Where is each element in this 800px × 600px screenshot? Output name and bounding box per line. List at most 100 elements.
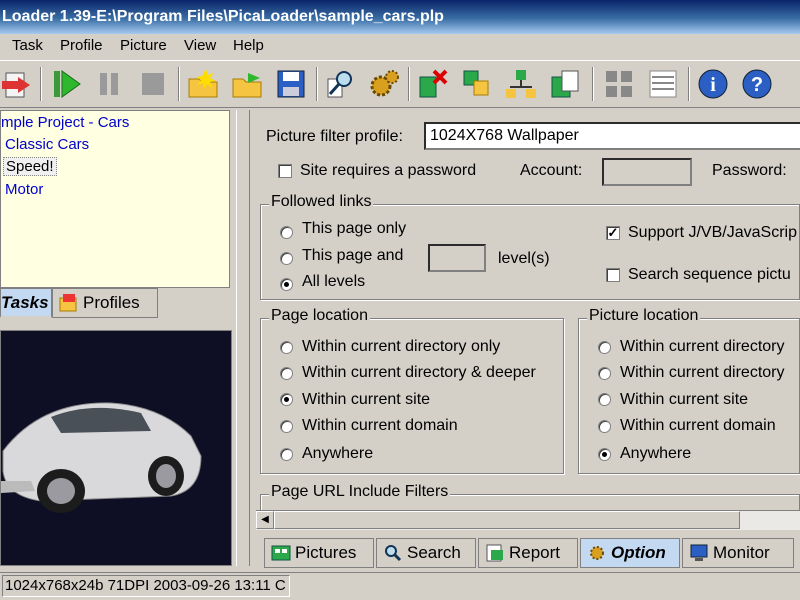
start-icon[interactable]: [50, 67, 84, 101]
picture-location-title: Picture location: [587, 307, 701, 325]
url-include-title: Page URL Include Filters: [269, 483, 451, 501]
search-sequence-checkbox[interactable]: [606, 268, 620, 282]
tab-report[interactable]: Report: [478, 538, 578, 568]
horizontal-scrollbar[interactable]: ◀: [256, 510, 800, 530]
toolbar: i ?: [0, 60, 800, 108]
radio-this-page-only-label: This page only: [302, 220, 407, 237]
tab-search-label: Search: [407, 543, 461, 562]
network-icon[interactable]: [504, 67, 538, 101]
open-folder-icon[interactable]: [230, 67, 264, 101]
pictures-icon: [271, 545, 291, 561]
save-icon[interactable]: [274, 67, 308, 101]
radio-pic-current-site[interactable]: [598, 393, 611, 406]
radio-page-current-site[interactable]: [280, 393, 293, 406]
tab-option-label: Option: [611, 543, 666, 562]
scroll-left-icon[interactable]: ◀: [256, 511, 274, 529]
radio-pic-current-dir-label: Within current directory: [620, 338, 785, 355]
profiles-icon: [59, 294, 77, 312]
menu-view[interactable]: View: [184, 37, 216, 54]
levels-input[interactable]: [428, 244, 486, 272]
radio-page-current-domain[interactable]: [280, 420, 293, 433]
svg-text:i: i: [710, 74, 716, 96]
tab-pictures-label: Pictures: [295, 543, 357, 562]
menu-picture[interactable]: Picture: [120, 37, 167, 54]
radio-this-page-and[interactable]: [280, 252, 293, 265]
radio-pic-anywhere-label: Anywhere: [620, 445, 692, 462]
site-password-checkbox[interactable]: [278, 164, 292, 178]
copy-icon[interactable]: [460, 67, 494, 101]
radio-page-anywhere[interactable]: [280, 448, 293, 461]
project-tree: mple Project - Cars Classic Cars Speed! …: [0, 110, 230, 288]
car-image: [1, 331, 231, 565]
radio-pic-current-dir[interactable]: [598, 341, 611, 354]
tree-item-speed[interactable]: Speed!: [3, 157, 57, 176]
status-bar: 1024x768x24b 71DPI 2003-09-26 13:11 C: [0, 572, 800, 600]
radio-page-current-dir-only[interactable]: [280, 341, 293, 354]
support-js-label: Support J/VB/JavaScrip: [628, 224, 797, 241]
settings-gear-icon[interactable]: [368, 67, 402, 101]
radio-pic-current-domain-label: Within current domain: [620, 417, 776, 434]
report-icon: [486, 544, 503, 562]
radio-this-page-only[interactable]: [280, 226, 293, 239]
status-image-info: 1024x768x24b 71DPI 2003-09-26 13:11 C: [2, 575, 290, 597]
tab-tasks-label: Tasks: [1, 293, 49, 312]
details-view-icon[interactable]: [646, 67, 680, 101]
site-password-label: Site requires a password: [300, 162, 477, 179]
scroll-thumb[interactable]: [274, 511, 740, 529]
tab-pictures[interactable]: Pictures: [264, 538, 374, 568]
tab-monitor-label: Monitor: [713, 543, 770, 562]
exit-icon[interactable]: [0, 67, 34, 101]
radio-all-levels[interactable]: [280, 278, 293, 291]
help-icon[interactable]: ?: [740, 67, 774, 101]
radio-page-current-dir-deeper[interactable]: [280, 367, 293, 380]
picture-preview: [0, 330, 232, 566]
radio-page-current-dir-deeper-label: Within current directory & deeper: [302, 364, 536, 381]
delete-icon[interactable]: [416, 67, 450, 101]
levels-label: level(s): [498, 250, 550, 267]
search-sequence-label: Search sequence pictu: [628, 266, 791, 283]
account-label: Account:: [520, 162, 583, 179]
radio-all-levels-label: All levels: [302, 273, 366, 290]
tab-search[interactable]: Search: [376, 538, 476, 568]
tree-item-classic-cars[interactable]: Classic Cars: [5, 136, 89, 153]
radio-this-page-and-label: This page and: [302, 247, 404, 264]
tab-profiles[interactable]: Profiles: [52, 288, 158, 318]
tab-profiles-label: Profiles: [83, 293, 140, 312]
options-panel: Picture filter profile: 1024X768 Wallpap…: [252, 108, 800, 536]
radio-pic-anywhere[interactable]: [598, 448, 611, 461]
option-gear-icon: [590, 546, 604, 560]
tree-item-motor[interactable]: Motor: [5, 181, 43, 198]
radio-page-current-domain-label: Within current domain: [302, 417, 458, 434]
tab-tasks[interactable]: Tasks: [0, 288, 52, 318]
radio-pic-current-dir-2[interactable]: [598, 367, 611, 380]
window-title: Loader 1.39-E:\Program Files\PicaLoader\…: [0, 0, 800, 34]
tab-monitor[interactable]: Monitor: [682, 538, 794, 568]
panel-splitter[interactable]: [236, 110, 250, 566]
search-icon: [385, 545, 402, 562]
menu-task[interactable]: Task: [12, 37, 43, 54]
radio-pic-current-domain[interactable]: [598, 420, 611, 433]
radio-pic-current-dir-2-label: Within current directory: [620, 364, 785, 381]
filter-profile-label: Picture filter profile:: [266, 128, 403, 145]
menu-profile[interactable]: Profile: [60, 37, 103, 54]
pause-icon[interactable]: [92, 67, 126, 101]
thumbnails-view-icon[interactable]: [602, 67, 636, 101]
tab-option[interactable]: Option: [580, 538, 680, 568]
info-icon[interactable]: i: [696, 67, 730, 101]
password-label: Password:: [712, 162, 787, 179]
radio-page-current-site-label: Within current site: [302, 391, 431, 408]
radio-page-anywhere-label: Anywhere: [302, 445, 374, 462]
properties-icon[interactable]: [548, 67, 582, 101]
filter-profile-select[interactable]: 1024X768 Wallpaper: [424, 122, 800, 150]
followed-links-title: Followed links: [269, 193, 374, 211]
stop-icon[interactable]: [136, 67, 170, 101]
account-input[interactable]: [602, 158, 692, 186]
page-location-title: Page location: [269, 307, 370, 325]
radio-pic-current-site-label: Within current site: [620, 391, 749, 408]
support-js-checkbox[interactable]: ✓: [606, 226, 620, 240]
menu-help[interactable]: Help: [233, 37, 264, 54]
menu-bar: Task Profile Picture View Help: [0, 34, 800, 58]
new-folder-icon[interactable]: [186, 67, 220, 101]
tree-root[interactable]: mple Project - Cars: [1, 114, 129, 131]
find-icon[interactable]: [324, 67, 358, 101]
